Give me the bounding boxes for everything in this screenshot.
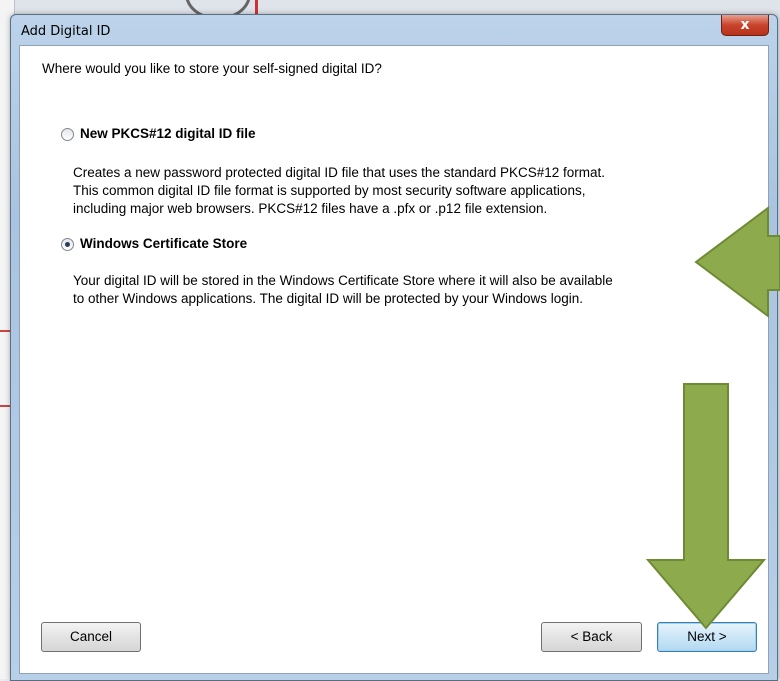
down-arrow-icon	[645, 383, 767, 630]
left-arrow-icon	[694, 206, 780, 318]
annotation-overlay	[645, 206, 780, 630]
